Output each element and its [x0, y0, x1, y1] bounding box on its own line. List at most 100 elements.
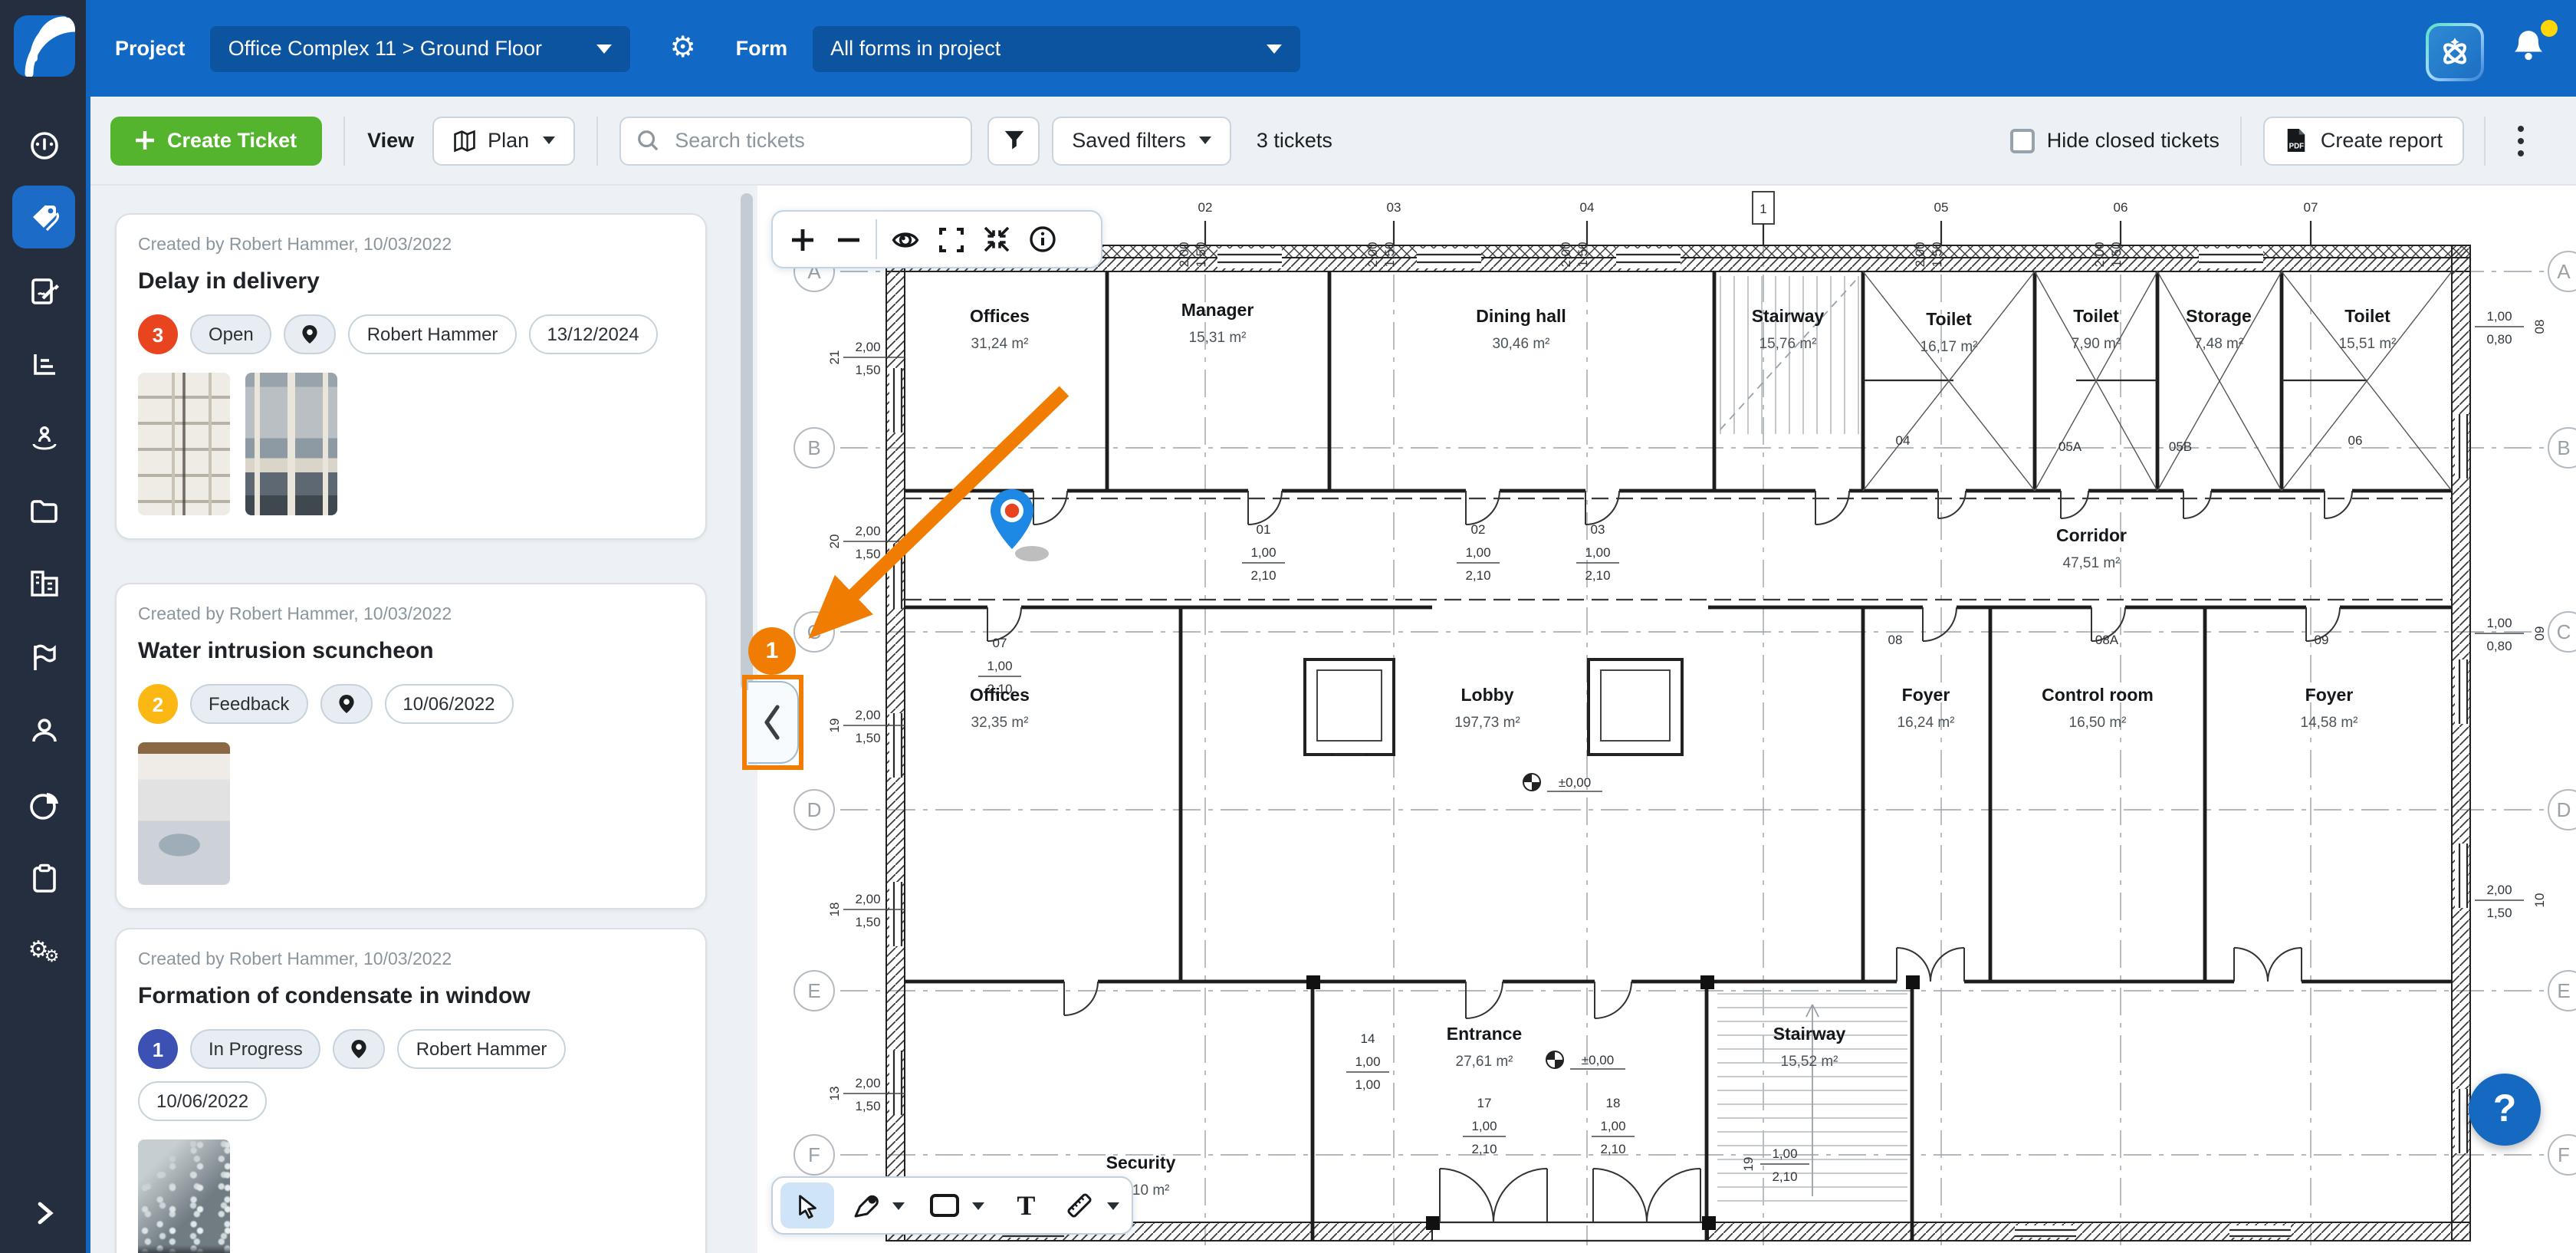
map-pin-icon: [350, 1038, 369, 1060]
shape-tool-dropdown[interactable]: [968, 1182, 990, 1228]
svg-text:Storage: Storage: [2186, 306, 2252, 326]
sidebar-item-plans[interactable]: [12, 259, 75, 322]
select-tool-button[interactable]: [780, 1182, 835, 1228]
sidebar-item-flags[interactable]: [12, 626, 75, 689]
svg-text:A: A: [2557, 260, 2571, 283]
measure-tool-dropdown[interactable]: [1102, 1182, 1124, 1228]
svg-text:PDF: PDF: [2290, 142, 2305, 150]
svg-text:07: 07: [2304, 200, 2318, 215]
visibility-button[interactable]: [882, 216, 928, 262]
svg-text:08: 08: [1888, 633, 1903, 647]
form-label: Form: [736, 37, 788, 60]
svg-text:05: 05: [1934, 200, 1949, 215]
ticket-created-meta: Created by Robert Hammer, 10/03/2022: [138, 606, 684, 624]
shape-tool-button[interactable]: [925, 1182, 965, 1228]
fullscreen-button[interactable]: [928, 216, 974, 262]
ticket-photo[interactable]: [138, 742, 230, 885]
text-tool-button[interactable]: T: [1005, 1182, 1047, 1228]
create-report-button[interactable]: PDF Create report: [2264, 116, 2464, 165]
create-ticket-button[interactable]: Create Ticket: [110, 116, 321, 165]
svg-text:B: B: [2557, 436, 2570, 459]
measure-tool-button[interactable]: [1060, 1182, 1099, 1228]
project-settings-gear-icon[interactable]: ⚙: [670, 34, 696, 63]
notifications-button[interactable]: [2507, 25, 2556, 74]
ticket-location-pin[interactable]: [981, 486, 1052, 574]
ai-assistant-button[interactable]: [2426, 23, 2484, 81]
svg-text:2,00: 2,00: [855, 340, 880, 354]
ticket-photo[interactable]: [138, 1140, 230, 1253]
svg-text:F: F: [2558, 1143, 2570, 1166]
filter-button[interactable]: [987, 116, 1040, 165]
svg-text:13: 13: [827, 1087, 842, 1101]
sidebar-item-documents[interactable]: [12, 479, 75, 541]
svg-text:09: 09: [2532, 626, 2547, 641]
sidebar-item-dashboard[interactable]: [12, 113, 75, 176]
view-selector-plan[interactable]: Plan: [432, 116, 575, 165]
svg-text:Control room: Control room: [2042, 685, 2154, 705]
info-button[interactable]: [1020, 216, 1066, 262]
svg-text:1,00: 1,00: [1600, 1119, 1625, 1133]
form-selector[interactable]: All forms in project: [812, 25, 1300, 71]
info-icon: [1029, 225, 1056, 253]
priority-badge: 2: [138, 684, 178, 724]
sidebar-item-statistics[interactable]: [12, 333, 75, 396]
create-ticket-label: Create Ticket: [167, 129, 297, 152]
svg-text:Toilet: Toilet: [2073, 306, 2119, 326]
sidebar-expand-button[interactable]: [12, 1181, 75, 1244]
project-selector-value: Office Complex 11 > Ground Floor: [228, 37, 542, 60]
fit-to-screen-button[interactable]: [974, 216, 1020, 262]
more-options-button[interactable]: [2505, 116, 2536, 165]
floor-plan[interactable]: A B C D E F A B C D E F 02 03 04 1 05 06…: [757, 184, 2576, 1253]
help-button[interactable]: ?: [2469, 1074, 2541, 1146]
svg-text:E: E: [807, 979, 820, 1002]
svg-text:1,00: 1,00: [1772, 1146, 1797, 1161]
svg-text:Manager: Manager: [1181, 300, 1254, 320]
svg-text:Toilet: Toilet: [1926, 309, 1972, 329]
sidebar-item-contacts[interactable]: [12, 699, 75, 762]
sidebar-item-tickets[interactable]: [12, 186, 75, 248]
sidebar-item-tasks[interactable]: [12, 847, 75, 909]
ticket-card[interactable]: Created by Robert Hammer, 10/03/2022 Del…: [115, 213, 707, 540]
zoom-in-button[interactable]: [779, 216, 825, 262]
svg-text:15,76 m²: 15,76 m²: [1760, 336, 1817, 352]
svg-text:0,80: 0,80: [2486, 332, 2512, 347]
pen-tool-button[interactable]: [847, 1182, 886, 1228]
ticket-photo[interactable]: [138, 373, 230, 515]
hide-closed-checkbox[interactable]: [2010, 128, 2035, 153]
search-input[interactable]: [672, 127, 955, 153]
sidebar-item-reports[interactable]: [12, 773, 75, 836]
due-date-badge: 13/12/2024: [528, 314, 657, 354]
ticket-photo[interactable]: [245, 373, 337, 515]
project-selector[interactable]: Office Complex 11 > Ground Floor: [210, 25, 630, 71]
search-icon: [636, 129, 659, 152]
dashboard-icon: [27, 128, 61, 162]
rectangle-icon: [930, 1193, 961, 1218]
ticket-card[interactable]: Created by Robert Hammer, 10/03/2022 For…: [115, 928, 707, 1253]
svg-text:1,00: 1,00: [1471, 1119, 1497, 1133]
app-logo[interactable]: [14, 15, 75, 77]
svg-text:Corridor: Corridor: [2056, 525, 2127, 545]
scrollbar-thumb[interactable]: [741, 193, 753, 690]
ruler-icon: [1064, 1190, 1095, 1221]
pen-tool-dropdown[interactable]: [889, 1182, 910, 1228]
svg-text:2,00: 2,00: [2092, 242, 2107, 267]
sidebar-item-site-presence[interactable]: [12, 406, 75, 469]
flag-icon: [27, 640, 61, 674]
saved-filters-button[interactable]: Saved filters: [1052, 116, 1232, 165]
sidebar-item-settings[interactable]: ⚙⚙: [12, 920, 75, 983]
floor-plan-viewport[interactable]: A B C D E F A B C D E F 02 03 04 1 05 06…: [757, 184, 2576, 1253]
svg-text:B: B: [807, 436, 820, 459]
svg-text:7,90 m²: 7,90 m²: [2072, 336, 2121, 352]
plan-elevators: [1305, 659, 1682, 755]
zoom-out-button[interactable]: [825, 216, 871, 262]
person-location-icon: [25, 419, 62, 456]
notification-badge: [2541, 20, 2558, 37]
sidebar-item-projects[interactable]: [12, 552, 75, 615]
ticket-pin-icon: [981, 486, 1052, 566]
priority-badge: 1: [138, 1029, 178, 1069]
priority-badge: 3: [138, 314, 178, 354]
svg-text:2,10: 2,10: [1600, 1142, 1625, 1156]
search-tickets[interactable]: [619, 116, 972, 165]
svg-text:2,10: 2,10: [1250, 568, 1276, 583]
ticket-card[interactable]: Created by Robert Hammer, 10/03/2022 Wat…: [115, 583, 707, 909]
